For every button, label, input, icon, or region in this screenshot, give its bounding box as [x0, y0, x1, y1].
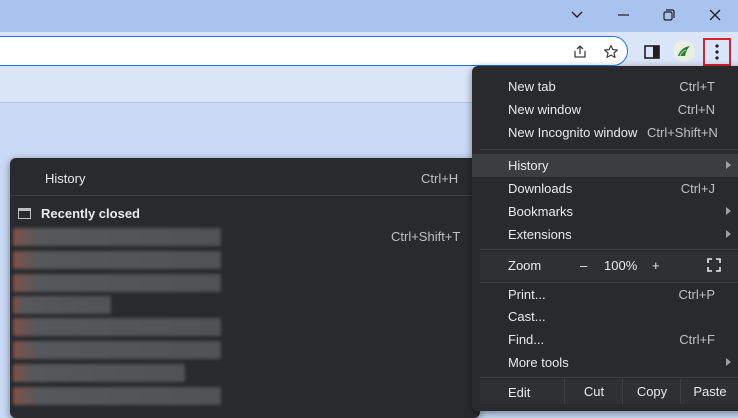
edit-label: Edit: [508, 385, 531, 400]
recently-closed-item[interactable]: [13, 274, 221, 292]
chrome-menu-button[interactable]: [703, 38, 731, 66]
chevron-down-icon: [571, 11, 583, 18]
chrome-main-menu: New tab Ctrl+T New window Ctrl+N New Inc…: [472, 66, 738, 411]
menu-item-label: Extensions: [508, 227, 572, 242]
menu-item-shortcut: Ctrl+J: [680, 181, 715, 196]
recently-closed-item[interactable]: [13, 341, 221, 359]
menu-item-label: History: [508, 158, 549, 173]
side-panel-icon: [644, 45, 660, 59]
menu-item-label: New window: [508, 102, 581, 117]
recently-closed-item[interactable]: [13, 296, 111, 314]
edit-row: Edit Cut Copy Paste: [480, 379, 738, 404]
close-window-button[interactable]: [692, 0, 738, 30]
history-label: History: [45, 171, 86, 186]
menu-item-label: Find...: [508, 332, 545, 347]
share-icon: [574, 45, 586, 58]
menu-item-new-tab[interactable]: New tab Ctrl+T: [472, 75, 738, 98]
kebab-menu-icon: [715, 44, 719, 60]
recently-closed-item[interactable]: [13, 251, 221, 269]
recently-closed-item[interactable]: [13, 318, 221, 336]
zoom-row: Zoom – 100% +: [480, 251, 738, 280]
menu-item-new-window[interactable]: New window Ctrl+N: [472, 98, 738, 121]
address-bar[interactable]: [0, 36, 628, 66]
recently-closed-item[interactable]: [13, 364, 185, 382]
minimize-icon: [617, 14, 629, 16]
menu-item-find[interactable]: Find... Ctrl+F: [472, 328, 738, 351]
copy-button[interactable]: Copy: [622, 379, 681, 404]
recently-closed-item[interactable]: [13, 228, 221, 246]
menu-item-shortcut: Ctrl+Shift+N: [647, 125, 718, 140]
menu-item-label: More tools: [508, 355, 569, 370]
menu-item-shortcut: Ctrl+F: [679, 332, 715, 347]
menu-item-extensions[interactable]: Extensions: [472, 223, 738, 246]
menu-item-shortcut: Ctrl+T: [679, 79, 715, 94]
submenu-arrow-icon: [726, 230, 731, 238]
menu-item-more-tools[interactable]: More tools: [472, 351, 738, 374]
recently-closed-header: Recently closed: [18, 203, 140, 223]
reopen-tab-shortcut: Ctrl+Shift+T: [391, 229, 461, 244]
divider: [480, 377, 738, 378]
menu-item-label: Print...: [508, 287, 546, 302]
history-submenu: History Ctrl+H Recently closed Ctrl+Shif…: [10, 158, 480, 418]
menu-item-label: Cast...: [508, 309, 546, 324]
menu-item-bookmarks[interactable]: Bookmarks: [472, 200, 738, 223]
minimize-button[interactable]: [600, 0, 646, 30]
menu-item-label: New Incognito window: [508, 125, 638, 140]
menu-item-new-incognito-window[interactable]: New Incognito window Ctrl+Shift+N: [472, 121, 738, 144]
menu-item-label: New tab: [508, 79, 556, 94]
submenu-arrow-icon: [726, 161, 731, 169]
history-shortcut: Ctrl+H: [421, 171, 459, 186]
tab-icon: [18, 207, 31, 219]
close-icon: [709, 9, 721, 21]
zoom-level: 100%: [604, 258, 638, 273]
menu-item-shortcut: Ctrl+P: [678, 287, 715, 302]
divider: [10, 195, 476, 196]
divider: [480, 249, 738, 250]
tab-search-button[interactable]: [554, 0, 600, 30]
profile-avatar-button[interactable]: [673, 40, 695, 62]
menu-item-history[interactable]: History: [472, 154, 738, 177]
recently-closed-item[interactable]: [13, 387, 221, 405]
menu-item-print[interactable]: Print... Ctrl+P: [472, 283, 738, 306]
zoom-out-button[interactable]: –: [580, 258, 587, 273]
history-menu-item[interactable]: History Ctrl+H: [10, 165, 476, 192]
zoom-label: Zoom: [508, 258, 542, 273]
bookmark-star-button[interactable]: [599, 40, 623, 64]
menu-item-label: Downloads: [508, 181, 573, 196]
star-icon: [604, 44, 618, 58]
side-panel-button[interactable]: [640, 40, 664, 64]
menu-item-cast[interactable]: Cast...: [472, 305, 738, 328]
menu-item-label: Bookmarks: [508, 204, 574, 219]
recently-closed-label: Recently closed: [41, 205, 140, 221]
restore-icon: [663, 9, 675, 21]
restore-button[interactable]: [646, 0, 692, 30]
share-button[interactable]: [568, 40, 592, 64]
title-bar: [0, 0, 738, 32]
divider: [480, 149, 738, 150]
menu-item-downloads[interactable]: Downloads Ctrl+J: [472, 177, 738, 200]
submenu-arrow-icon: [726, 358, 731, 366]
zoom-in-button[interactable]: +: [652, 258, 660, 273]
extension-puzzle-icon: [678, 46, 690, 57]
paste-button[interactable]: Paste: [680, 379, 738, 404]
menu-item-shortcut: Ctrl+N: [677, 102, 715, 117]
cut-button[interactable]: Cut: [564, 379, 623, 404]
submenu-arrow-icon: [726, 207, 731, 215]
fullscreen-icon[interactable]: [707, 258, 721, 272]
